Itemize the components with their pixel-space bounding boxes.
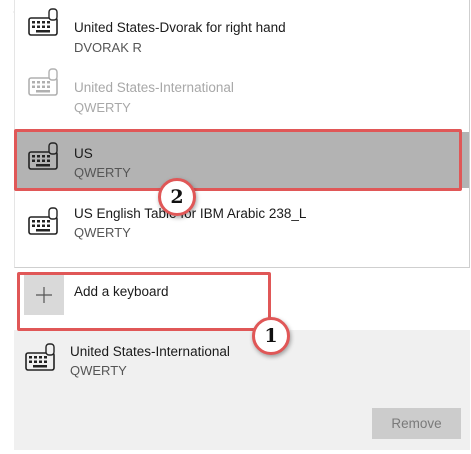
installed-keyboard-panel[interactable]: United States-International QWERTY Remov… bbox=[14, 330, 470, 450]
keyboard-name: US bbox=[74, 146, 93, 161]
keyboard-layout: QWERTY bbox=[74, 100, 131, 115]
add-keyboard-button[interactable] bbox=[24, 275, 64, 315]
callout-step-1: 1 bbox=[252, 317, 290, 355]
installed-keyboard-layout: QWERTY bbox=[70, 363, 127, 378]
add-keyboard-label[interactable]: Add a keyboard bbox=[74, 284, 169, 299]
plus-icon bbox=[36, 287, 52, 303]
keyboard-icon bbox=[28, 207, 62, 237]
installed-keyboard-name: United States-International bbox=[70, 344, 230, 359]
list-item-dvorak-right[interactable]: United States-Dvorak for right hand DVOR… bbox=[15, 0, 469, 55]
remove-button[interactable]: Remove bbox=[372, 408, 461, 439]
list-item-us-international: United States-International QWERTY bbox=[15, 55, 469, 115]
keyboard-icon bbox=[28, 142, 62, 172]
list-item-us-english-ibm-arabic[interactable]: US English Table for IBM Arabic 238_L QW… bbox=[15, 193, 469, 253]
keyboard-name: United States-Dvorak for right hand bbox=[74, 20, 286, 35]
keyboard-layout: QWERTY bbox=[74, 225, 131, 240]
keyboard-layout: QWERTY bbox=[74, 165, 131, 180]
keyboard-layout: DVORAK R bbox=[74, 40, 142, 55]
keyboard-list-popup: United States-Dvorak for right hand DVOR… bbox=[14, 0, 470, 268]
keyboard-icon bbox=[28, 8, 62, 38]
keyboard-icon bbox=[28, 68, 62, 98]
keyboard-name: United States-International bbox=[74, 80, 234, 95]
list-item-us[interactable]: US QWERTY bbox=[15, 132, 469, 188]
callout-step-2: 2 bbox=[158, 178, 196, 216]
add-keyboard-row: Add a keyboard bbox=[14, 268, 470, 330]
keyboard-icon bbox=[25, 343, 59, 373]
